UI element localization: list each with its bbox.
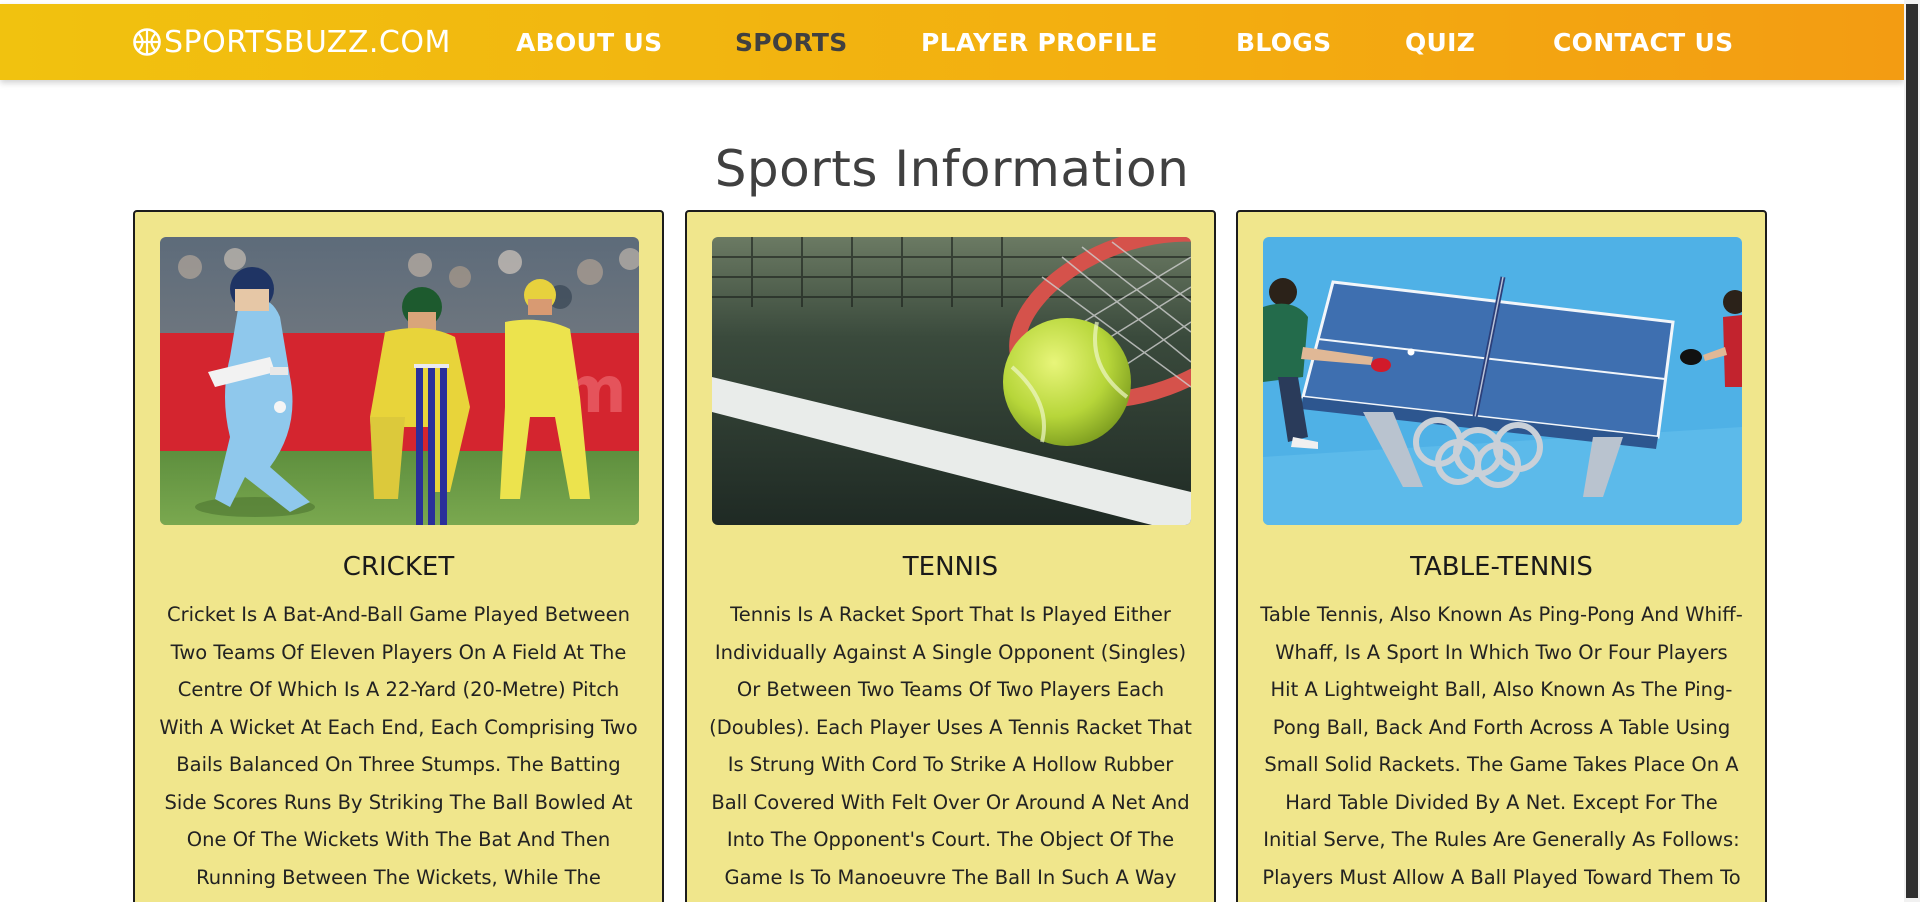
scrollbar-thumb[interactable]: [1906, 4, 1918, 898]
basketball-icon: [132, 27, 162, 57]
card-description: Cricket Is A Bat-And-Ball Game Played Be…: [159, 603, 638, 889]
card-description: Tennis Is A Racket Sport That Is Played …: [709, 603, 1192, 889]
tennis-image: [712, 237, 1191, 525]
tennis-photo: [712, 237, 1191, 525]
nav-sports[interactable]: SPORTS: [735, 4, 848, 80]
page-scrollbar[interactable]: [1904, 0, 1920, 902]
card-title: TABLE-TENNIS: [1410, 552, 1593, 582]
brand-name: SPORTSBUZZ.COM: [164, 24, 451, 60]
card-description: Table Tennis, Also Known As Ping-Pong An…: [1260, 603, 1743, 889]
nav-blogs[interactable]: BLOGS: [1236, 4, 1331, 80]
card-title: TENNIS: [902, 552, 999, 582]
navbar: SPORTSBUZZ.COM ABOUT US SPORTS PLAYER PR…: [0, 4, 1904, 80]
brand-link[interactable]: SPORTSBUZZ.COM: [132, 4, 451, 80]
nav-contact-us[interactable]: CONTACT US: [1553, 4, 1733, 80]
cricket-photo: m: [160, 237, 639, 525]
table-tennis-photo: [1263, 237, 1742, 525]
nav-about-us[interactable]: ABOUT US: [516, 4, 662, 80]
card-title: CRICKET: [342, 552, 455, 582]
nav-player-profile[interactable]: PLAYER PROFILE: [921, 4, 1158, 80]
sport-card-tennis: TENNIS Tennis Is A Racket Sport That Is …: [685, 210, 1216, 902]
nav-quiz[interactable]: QUIZ: [1405, 4, 1475, 80]
page-title: Sports Information: [714, 140, 1190, 198]
sport-card-table-tennis: TABLE-TENNIS Table Tennis, Also Known As…: [1236, 210, 1767, 902]
cricket-image: m: [160, 237, 639, 525]
table-tennis-image: [1263, 237, 1742, 525]
page: SPORTSBUZZ.COM ABOUT US SPORTS PLAYER PR…: [0, 0, 1920, 902]
sport-card-cricket: m CRICKET Cricket Is A Bat-And-Ball Game…: [133, 210, 664, 902]
